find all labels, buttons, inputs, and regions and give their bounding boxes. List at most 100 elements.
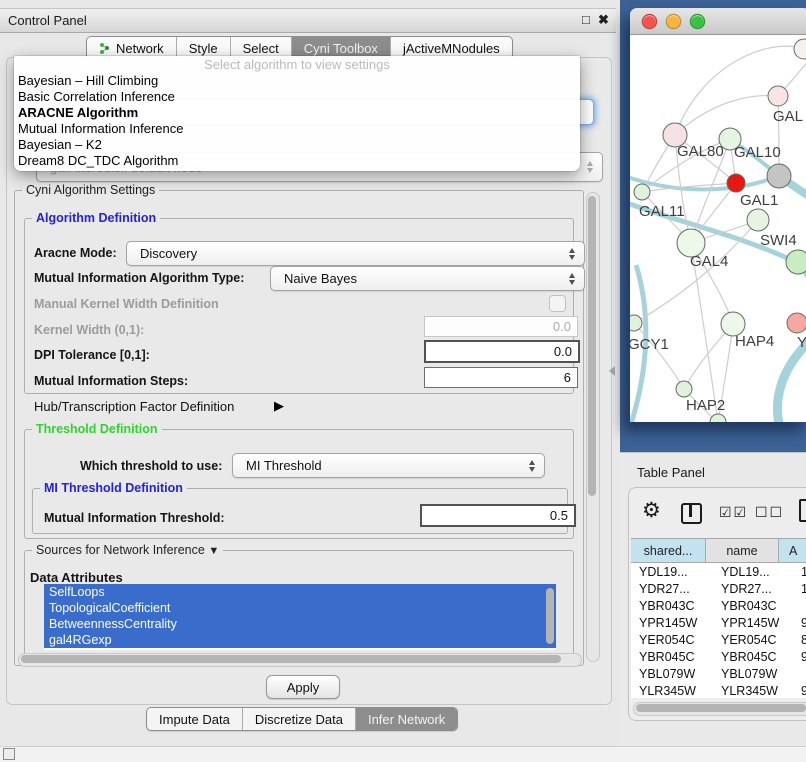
mi-threshold-value: 0.5: [550, 508, 568, 523]
column-header-name[interactable]: name: [706, 539, 779, 562]
network-node-GAL1[interactable]: [747, 209, 769, 231]
menu-item-mutual-information[interactable]: Mutual Information Inference: [14, 121, 580, 137]
tab-discretize-data[interactable]: Discretize Data: [242, 708, 355, 730]
data-attributes-label: Data Attributes: [30, 570, 123, 585]
table-row[interactable]: YER054C YER054C 8.: [631, 631, 806, 648]
network-node-gal-right[interactable]: [768, 86, 788, 106]
menu-item-aracne[interactable]: ARACNE Algorithm: [14, 105, 580, 121]
table-body: YDL19... YDL19... 13 YDR27... YDR27... 1…: [631, 563, 806, 698]
split-columns-icon[interactable]: [681, 503, 702, 524]
control-panel-title: Control Panel: [8, 13, 87, 28]
mi-algorithm-type-label: Mutual Information Algorithm Type:: [34, 271, 244, 285]
sources-collapse-arrow-icon[interactable]: ▼: [208, 545, 219, 557]
dpi-tolerance-field[interactable]: 0.0: [424, 340, 580, 363]
kernel-width-value: 0.0: [553, 319, 571, 334]
network-window-titlebar[interactable]: [630, 8, 806, 35]
table-row[interactable]: YBL079W YBL079W: [631, 665, 806, 682]
float-window-icon[interactable]: □: [582, 13, 590, 26]
column-header-partial[interactable]: A: [779, 539, 806, 562]
mi-algorithm-type-combo[interactable]: Naive Bayes: [270, 266, 585, 291]
menu-item-bayesian-k2[interactable]: Bayesian – K2: [14, 137, 580, 153]
table-row[interactable]: YBR045C YBR045C 9.: [631, 648, 806, 665]
network-edge[interactable]: [630, 175, 779, 189]
which-threshold-combo[interactable]: MI Threshold: [232, 453, 545, 478]
sources-group-title[interactable]: Sources for Network Inference ▼: [32, 543, 223, 558]
network-node-pink-right[interactable]: [787, 313, 806, 333]
hub-expand-arrow-icon[interactable]: ▶: [274, 398, 284, 414]
close-traffic-light[interactable]: [642, 14, 657, 29]
deselect-all-checkboxes-icon[interactable]: ☐☐: [755, 504, 784, 521]
mi-threshold-field[interactable]: 0.5: [420, 504, 576, 527]
which-threshold-label: Which threshold to use:: [80, 459, 222, 473]
network-tab-icon: [99, 42, 111, 55]
attributes-list-scrollbar-thumb[interactable]: [546, 588, 554, 644]
column-header-shared-name[interactable]: shared...: [631, 539, 706, 562]
network-node-label: GAL1: [740, 192, 778, 209]
mi-threshold-label: Mutual Information Threshold:: [44, 511, 225, 525]
network-node-label: HAP2: [686, 397, 725, 414]
network-node-bottom-partial[interactable]: [710, 414, 726, 422]
control-panel-titlebar[interactable]: Control Panel □ ✖: [0, 8, 616, 33]
data-attributes-list[interactable]: SelfLoops TopologicalCoefficient Between…: [44, 584, 556, 650]
network-node-top-partial[interactable]: [794, 39, 806, 59]
select-all-checkboxes-icon[interactable]: ☑☑: [719, 504, 748, 521]
zoom-traffic-light[interactable]: [690, 14, 705, 29]
application-root: Control Panel □ ✖ Network Style Select C…: [0, 0, 806, 762]
network-node-GAL11[interactable]: [634, 184, 650, 200]
table-panel-window: ⚙ ☑☑ ☐☐ shared... name A YDL19...: [628, 487, 806, 721]
apply-button[interactable]: Apply: [266, 675, 340, 699]
close-window-icon[interactable]: ✖: [598, 13, 609, 26]
settings-vertical-scrollbar[interactable]: [586, 192, 600, 662]
mi-steps-field[interactable]: 6: [424, 367, 578, 388]
tab-infer-network[interactable]: Infer Network: [355, 708, 457, 730]
tab-impute-data[interactable]: Impute Data: [147, 708, 242, 730]
kernel-width-field[interactable]: 0.0: [424, 316, 578, 337]
table-row[interactable]: YDL19... YDL19... 13: [631, 563, 806, 580]
bottom-tabbar: Impute Data Discretize Data Infer Networ…: [146, 707, 458, 731]
aracne-mode-combo[interactable]: Discovery: [126, 241, 585, 266]
settings-scrollbar-thumb[interactable]: [588, 196, 596, 496]
pane-divider-handle[interactable]: [609, 366, 615, 376]
bottom-left-panel-icon[interactable]: [3, 748, 15, 760]
network-canvas[interactable]: GALGAL80GAL10GAL1GAL11GAL4SWI4GCY1HAP4YH…: [630, 35, 806, 422]
list-item-gal4rgexp[interactable]: gal4RGexp: [44, 632, 556, 648]
minimize-traffic-light[interactable]: [666, 14, 681, 29]
mi-steps-value: 6: [564, 370, 571, 385]
table-panel-section: Table Panel ⚙ ☑☑ ☐☐ shared... name A: [620, 452, 806, 747]
algorithm-popup: Select algorithm to view settings Bayesi…: [14, 56, 580, 171]
manual-kernel-width-checkbox[interactable]: [549, 295, 566, 312]
menu-item-basic-correlation[interactable]: Basic Correlation Inference: [14, 89, 580, 105]
list-item-selfloops[interactable]: SelfLoops: [44, 584, 556, 600]
network-node-label: GAL11: [639, 203, 685, 220]
list-item-topologicalcoefficient[interactable]: TopologicalCoefficient: [44, 600, 556, 616]
table-panel-title: Table Panel: [637, 465, 705, 480]
hub-definition-label[interactable]: Hub/Transcription Factor Definition: [34, 399, 234, 414]
table-row[interactable]: YLR345W YLR345W 9.: [631, 682, 806, 698]
network-node-gray-node[interactable]: [767, 164, 791, 188]
cyni-algorithm-settings-title: Cyni Algorithm Settings: [22, 183, 159, 197]
table-row[interactable]: YDR27... YDR27... 12: [631, 580, 806, 597]
network-node-HAP2[interactable]: [676, 381, 692, 397]
new-table-icon[interactable]: [799, 499, 806, 522]
combo-stepper-icon: [587, 161, 593, 173]
menu-item-bayesian-hill-climbing[interactable]: Bayesian – Hill Climbing: [14, 73, 580, 89]
network-node-label: GAL4: [690, 253, 728, 270]
algorithm-definition-title: Algorithm Definition: [32, 211, 160, 225]
network-node-red-node[interactable]: [727, 174, 745, 192]
table-row[interactable]: YBR043C YBR043C: [631, 597, 806, 614]
list-item-betweennesscentrality[interactable]: BetweennessCentrality: [44, 616, 556, 632]
popup-header: Select algorithm to view settings: [14, 56, 580, 73]
network-node-GCY1[interactable]: [630, 315, 642, 331]
table-scrollbar-thumb[interactable]: [636, 704, 806, 712]
settings-horizontal-scrollbar[interactable]: [18, 653, 582, 667]
menu-item-dream8[interactable]: Dream8 DC_TDC Algorithm: [14, 153, 580, 169]
horizontal-scrollbar-thumb[interactable]: [21, 655, 561, 663]
mi-threshold-definition-title: MI Threshold Definition: [40, 481, 187, 495]
network-node-SWI4[interactable]: [786, 250, 806, 274]
gear-icon[interactable]: ⚙: [642, 498, 661, 523]
dpi-tolerance-label: DPI Tolerance [0,1]:: [34, 348, 150, 362]
network-node-label: SWI4: [760, 232, 797, 249]
network-node-label: GAL10: [734, 144, 781, 161]
table-row[interactable]: YPR145W YPR145W 9.: [631, 614, 806, 631]
table-horizontal-scrollbar[interactable]: [633, 702, 806, 716]
